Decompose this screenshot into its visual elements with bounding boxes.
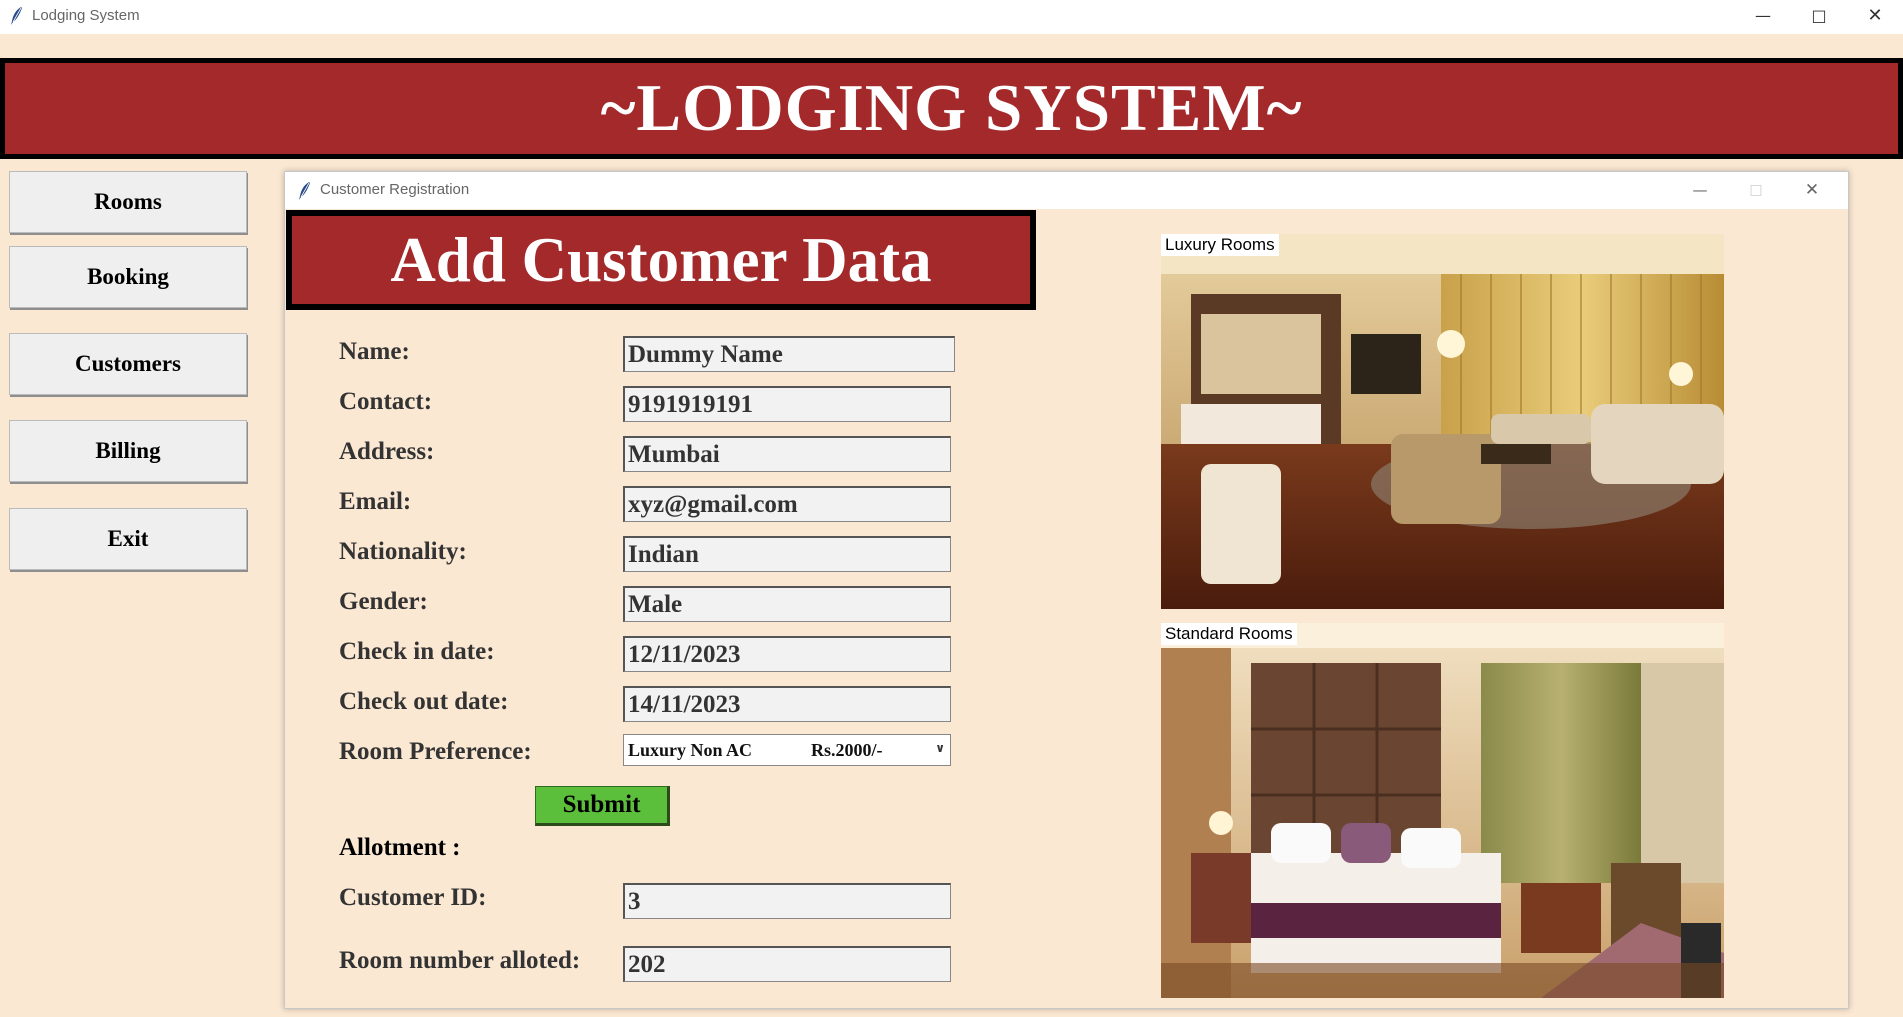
standard-room-image: Standard Rooms	[1161, 623, 1724, 998]
feather-icon	[299, 182, 310, 200]
app-banner: ~LODGING SYSTEM~	[0, 58, 1903, 159]
banner-title: ~LODGING SYSTEM~	[600, 71, 1303, 145]
maximize-icon[interactable]: □	[1791, 0, 1847, 30]
customer-id-field[interactable]: 3	[623, 883, 951, 919]
email-label: Email:	[339, 488, 412, 515]
room-preference-select[interactable]: Luxury Non AC Rs.2000/- ∨	[623, 734, 951, 766]
luxury-rooms-caption: Luxury Rooms	[1161, 234, 1279, 256]
customers-button[interactable]: Customers	[9, 333, 247, 395]
room-preference-price: Rs.2000/-	[811, 739, 883, 760]
dialog-close-icon[interactable]: ✕	[1784, 176, 1840, 204]
window-title: Lodging System	[32, 7, 140, 24]
standard-room-illustration	[1161, 623, 1724, 998]
address-label: Address:	[339, 438, 435, 465]
close-icon[interactable]: ✕	[1847, 0, 1903, 30]
checkin-label: Check in date:	[339, 638, 495, 665]
allotment-heading: Allotment :	[339, 834, 461, 861]
checkout-label: Check out date:	[339, 688, 509, 715]
dialog-maximize-icon: □	[1749, 182, 1763, 198]
rooms-button[interactable]: Rooms	[9, 171, 247, 233]
exit-button[interactable]: Exit	[9, 508, 247, 570]
feather-icon	[11, 7, 22, 25]
contact-field[interactable]: 9191919191	[623, 386, 951, 422]
room-preference-label: Room Preference:	[339, 738, 532, 765]
name-label: Name:	[339, 338, 410, 365]
customer-registration-window: Customer Registration — □ ✕ Add Customer…	[284, 171, 1849, 1009]
standard-rooms-caption: Standard Rooms	[1161, 623, 1297, 645]
checkout-field[interactable]: 14/11/2023	[623, 686, 951, 722]
contact-label: Contact:	[339, 388, 433, 415]
customer-id-label: Customer ID:	[339, 884, 487, 911]
room-number-field[interactable]: 202	[623, 946, 951, 982]
address-field[interactable]: Mumbai	[623, 436, 951, 472]
name-field[interactable]: Dummy Name	[623, 336, 955, 372]
room-number-label: Room number alloted:	[339, 947, 581, 974]
window-title-bar: Lodging System — □ ✕	[0, 0, 1903, 34]
email-field[interactable]: xyz@gmail.com	[623, 486, 951, 522]
minimize-icon[interactable]: —	[1735, 0, 1791, 30]
form-heading-box: Add Customer Data	[286, 210, 1036, 310]
gender-label: Gender:	[339, 588, 428, 615]
form-heading: Add Customer Data	[390, 224, 932, 295]
dialog-title: Customer Registration	[320, 181, 470, 198]
billing-button[interactable]: Billing	[9, 420, 247, 482]
checkin-field[interactable]: 12/11/2023	[623, 636, 951, 672]
dialog-minimize-icon[interactable]: —	[1672, 176, 1728, 204]
booking-button[interactable]: Booking	[9, 246, 247, 308]
chevron-down-icon: ∨	[935, 741, 945, 755]
luxury-room-image: Luxury Rooms	[1161, 234, 1724, 609]
nationality-field[interactable]: Indian	[623, 536, 951, 572]
submit-button[interactable]: Submit	[535, 786, 670, 826]
luxury-room-illustration	[1161, 234, 1724, 609]
gender-field[interactable]: Male	[623, 586, 951, 622]
room-preference-type: Luxury Non AC	[628, 739, 753, 760]
nationality-label: Nationality:	[339, 538, 467, 565]
dialog-title-bar: Customer Registration — □ ✕	[285, 172, 1848, 209]
